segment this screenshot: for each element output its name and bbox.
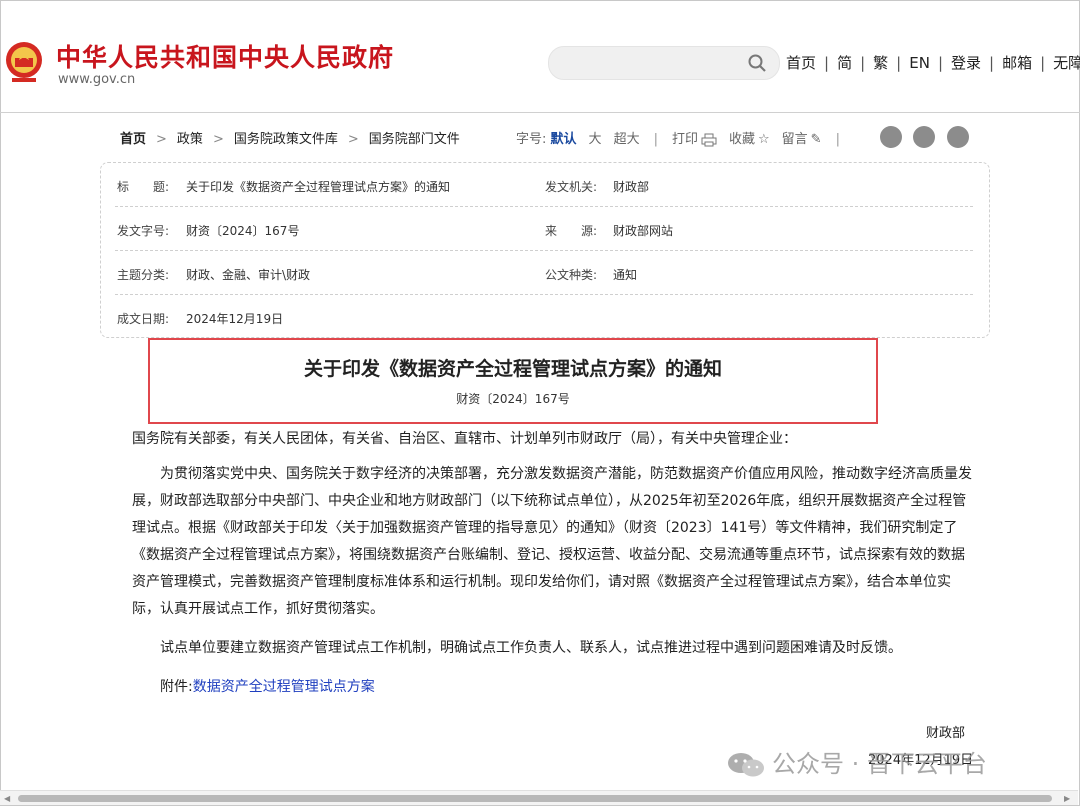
document-info-table: 标 题: 关于印发《数据资产全过程管理试点方案》的通知 发文机关: 财政部 发文… (100, 162, 990, 338)
font-default-button[interactable]: 默认 (551, 132, 577, 147)
wechat-logo-icon (728, 753, 764, 777)
nav-traditional[interactable]: 繁 (873, 54, 888, 72)
highlighted-title-box: 关于印发《数据资产全过程管理试点方案》的通知 财资〔2024〕167号 (148, 338, 878, 424)
topic-label: 主题分类: (117, 268, 170, 282)
pencil-icon: ✎ (810, 132, 822, 147)
document-number: 财资〔2024〕167号 (456, 392, 570, 406)
breadcrumb-dept-docs[interactable]: 国务院部门文件 (369, 132, 460, 147)
site-header: 中华人民共和国中央人民政府 www.gov.cn 首页 | 简 | 繁 | EN | 登录 | 邮箱… (0, 0, 1080, 113)
nav-accessibility[interactable]: 无障 (1053, 54, 1080, 72)
attachment-link[interactable]: 数据资产全过程管理试点方案 (193, 679, 375, 695)
docnum-label: 发文字号: (117, 224, 170, 238)
scroll-right-arrow-icon[interactable]: ▶ (1064, 794, 1070, 803)
docnum-value: 财资〔2024〕167号 (186, 224, 300, 238)
chevron-right-icon: > (212, 132, 224, 147)
favorite-button[interactable]: 收藏 ☆ (729, 132, 770, 147)
wechat-icon[interactable] (913, 126, 935, 148)
scroll-left-arrow-icon[interactable]: ◀ (4, 794, 10, 803)
horizontal-scrollbar[interactable]: ◀ ▶ (0, 790, 1078, 805)
date-value: 2024年12月19日 (186, 312, 284, 326)
article-tools: 字号: 默认大超大 | 打印 收藏 ☆ 留言 ✎ | (516, 132, 840, 147)
paragraph-main: 为贯彻落实党中央、国务院关于数字经济的决策部署，充分激发数据资产潜能，防范数据资… (132, 466, 972, 617)
paragraph-requirement: 试点单位要建立数据资产管理试点工作机制，明确试点工作负责人、联系人，试点推进过程… (160, 640, 902, 656)
nav-login[interactable]: 登录 (951, 54, 981, 72)
nav-english[interactable]: EN (909, 54, 930, 72)
info-row: 标 题: 关于印发《数据资产全过程管理试点方案》的通知 发文机关: 财政部 (115, 163, 973, 207)
font-xlarge-button[interactable]: 超大 (614, 132, 640, 147)
doctype-label: 公文种类: (545, 268, 598, 282)
attachment-line: 附件:数据资产全过程管理试点方案 (132, 674, 972, 701)
salutation: 国务院有关部委，有关人民团体，有关省、自治区、直辖市、计划单列市财政厅（局），有… (132, 431, 797, 447)
breadcrumb: 首页 > 政策 > 国务院政策文件库 > 国务院部门文件 (120, 128, 460, 147)
watermark: 公众号 · 晋下云平台 (726, 744, 987, 780)
breadcrumb-library[interactable]: 国务院政策文件库 (234, 132, 338, 147)
breadcrumb-home[interactable]: 首页 (120, 132, 146, 147)
nav-mail[interactable]: 邮箱 (1002, 54, 1032, 72)
printer-icon (701, 133, 717, 146)
font-size-label: 字号: (516, 132, 547, 147)
print-button[interactable]: 打印 (672, 132, 717, 147)
weibo-icon[interactable] (880, 126, 902, 148)
document-body: 国务院有关部委，有关人民团体，有关省、自治区、直辖市、计划单列市财政厅（局），有… (132, 426, 972, 701)
watermark-text: 公众号 · 晋下云平台 (772, 750, 987, 778)
nav-home[interactable]: 首页 (786, 54, 816, 72)
site-title[interactable]: 中华人民共和国中央人民政府 (56, 38, 394, 74)
attachment-label: 附件: (160, 679, 193, 695)
title-label: 标 题: (117, 180, 170, 194)
search-input[interactable] (548, 46, 780, 80)
title-value: 关于印发《数据资产全过程管理试点方案》的通知 (186, 180, 451, 194)
issuer-value: 财政部 (613, 180, 650, 194)
nav-simplified[interactable]: 简 (837, 54, 852, 72)
topic-value: 财政、金融、审计\财政 (186, 268, 311, 282)
star-icon: ☆ (758, 132, 770, 147)
info-row: 发文字号: 财资〔2024〕167号 来 源: 财政部网站 (115, 207, 973, 251)
breadcrumb-policy[interactable]: 政策 (177, 132, 203, 147)
comment-button[interactable]: 留言 ✎ (782, 132, 822, 147)
top-nav: 首页 | 简 | 繁 | EN | 登录 | 邮箱 | 无障 (786, 52, 1080, 73)
site-url: www.gov.cn (58, 72, 136, 87)
source-label: 来 源: (545, 224, 598, 238)
scrollbar-thumb[interactable] (18, 795, 1052, 802)
chevron-right-icon: > (347, 132, 359, 147)
issuer-label: 发文机关: (545, 180, 598, 194)
font-large-button[interactable]: 大 (589, 132, 602, 147)
national-emblem-icon (6, 42, 42, 82)
signature-org: 财政部 (926, 726, 966, 741)
date-label: 成文日期: (117, 312, 170, 326)
info-row: 主题分类: 财政、金融、审计\财政 公文种类: 通知 (115, 251, 973, 295)
qzone-icon[interactable] (947, 126, 969, 148)
doctype-value: 通知 (613, 268, 638, 282)
chevron-right-icon: > (156, 132, 167, 147)
search-icon[interactable] (747, 53, 767, 73)
source-value: 财政部网站 (613, 224, 674, 238)
document-title: 关于印发《数据资产全过程管理试点方案》的通知 (303, 358, 722, 380)
info-row: 成文日期: 2024年12月19日 (115, 295, 973, 338)
